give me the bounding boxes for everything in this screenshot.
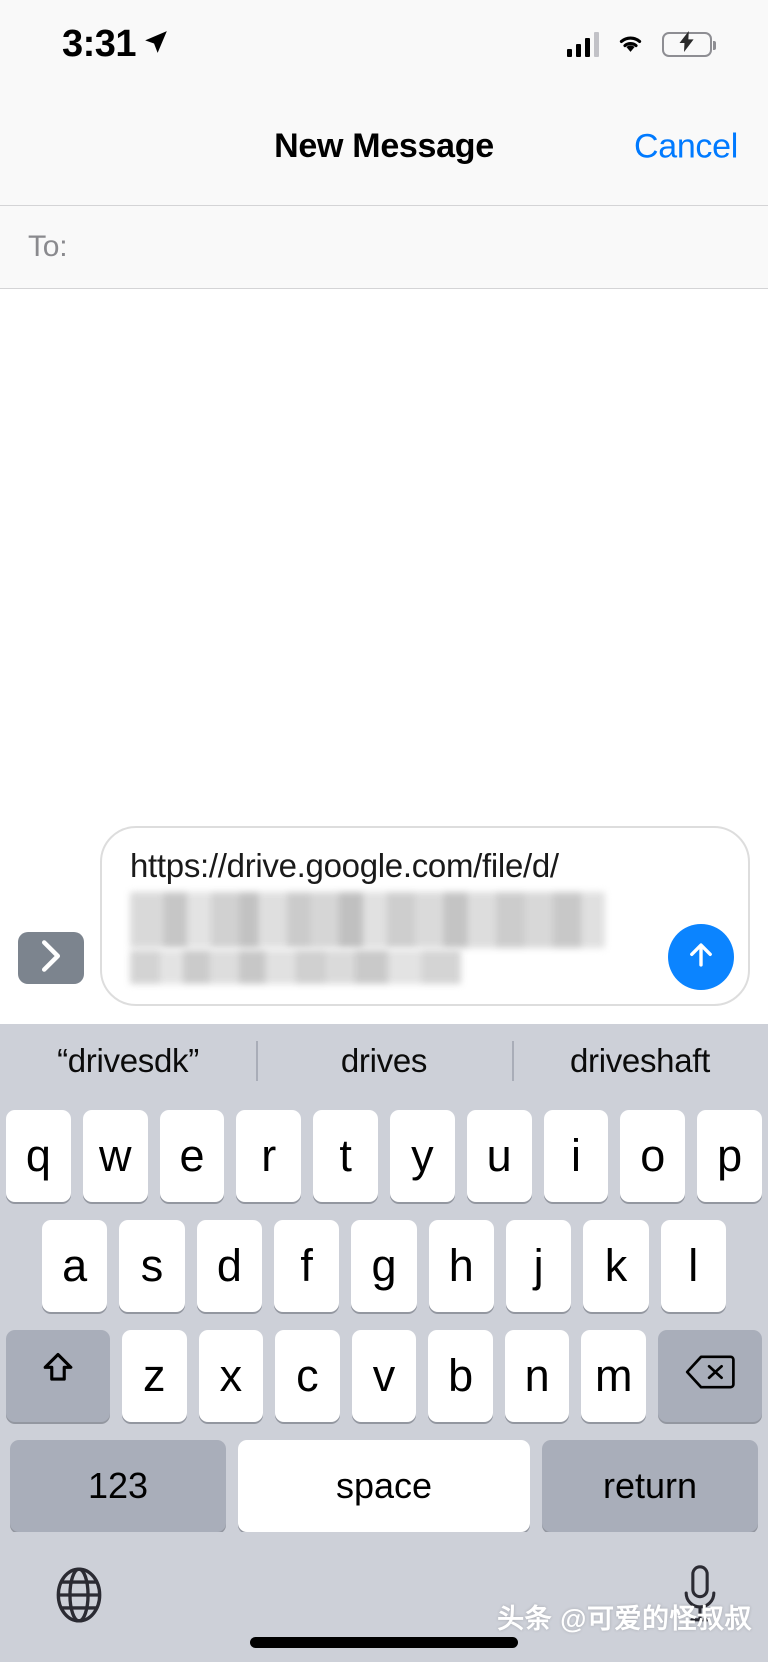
redacted-text-block (130, 892, 606, 948)
key-l[interactable]: l (660, 1220, 726, 1312)
key-x[interactable]: x (198, 1330, 264, 1422)
redacted-text-block-2 (130, 950, 462, 984)
home-indicator[interactable] (250, 1637, 518, 1648)
location-arrow-icon (143, 29, 169, 60)
key-q[interactable]: q (6, 1110, 71, 1202)
expand-apps-button[interactable] (18, 932, 84, 984)
keyboard-row-4: 123 space return (0, 1440, 768, 1532)
key-w[interactable]: w (82, 1110, 148, 1202)
backspace-delete-icon (685, 1350, 735, 1402)
battery-charging-icon (662, 31, 716, 57)
key-y[interactable]: y (390, 1110, 455, 1202)
navigation-bar: New Message Cancel (0, 88, 768, 206)
page-title: New Message (274, 127, 494, 165)
suggestion-item-3[interactable]: driveshaft (512, 1042, 768, 1080)
key-k[interactable]: k (583, 1220, 649, 1312)
suggestion-item-1[interactable]: “drivesdk” (0, 1042, 256, 1080)
key-s[interactable]: s (119, 1220, 185, 1312)
conversation-area (0, 289, 768, 812)
key-u[interactable]: u (466, 1110, 532, 1202)
keyboard-bottom-row: 头条 @可爱的怪叔叔 (0, 1532, 768, 1662)
key-e[interactable]: e (159, 1110, 225, 1202)
key-j[interactable]: j (505, 1220, 572, 1312)
key-i[interactable]: i (543, 1110, 609, 1202)
predictive-suggestions-bar: “drivesdk” drives driveshaft (0, 1024, 768, 1098)
keyboard-row-2: a s d f g h j k l (0, 1220, 768, 1312)
key-n[interactable]: n (504, 1330, 570, 1422)
send-button[interactable] (668, 924, 734, 990)
space-key[interactable]: space (238, 1440, 530, 1532)
suggestion-item-2[interactable]: drives (256, 1042, 512, 1080)
arrow-up-icon (684, 938, 718, 977)
key-t[interactable]: t (313, 1110, 378, 1202)
key-d[interactable]: d (196, 1220, 262, 1312)
keyboard-row-1: q w e r t y u i o p (0, 1098, 768, 1202)
watermark: 头条 @可爱的怪叔叔 (497, 1604, 752, 1634)
message-input-bar: https://drive.google.com/file/d/ (0, 811, 768, 1024)
keyboard-row-3: z x c v b n m (0, 1330, 768, 1422)
key-f[interactable]: f (274, 1220, 340, 1312)
shift-arrow-up-icon (36, 1349, 80, 1404)
key-c[interactable]: c (275, 1330, 340, 1422)
status-bar-left: 3:31 (62, 25, 169, 63)
key-h[interactable]: h (428, 1220, 494, 1312)
key-o[interactable]: o (620, 1110, 686, 1202)
key-z[interactable]: z (121, 1330, 187, 1422)
status-bar: 3:31 (0, 0, 768, 88)
key-r[interactable]: r (236, 1110, 302, 1202)
key-a[interactable]: a (42, 1220, 108, 1312)
key-b[interactable]: b (428, 1330, 493, 1422)
status-time: 3:31 (62, 23, 137, 65)
globe-language-icon[interactable] (48, 1564, 110, 1631)
phone-screen: 3:31 New Message Cancel To: https://driv… (0, 0, 768, 1662)
status-bar-right (566, 29, 716, 60)
cancel-button[interactable]: Cancel (634, 127, 738, 166)
recipient-label: To: (28, 230, 68, 263)
recipient-field[interactable]: To: (0, 206, 768, 289)
key-p[interactable]: p (697, 1110, 762, 1202)
wifi-icon (614, 29, 647, 60)
key-v[interactable]: v (351, 1330, 417, 1422)
key-m[interactable]: m (581, 1330, 647, 1422)
shift-key[interactable] (5, 1330, 110, 1422)
key-g[interactable]: g (351, 1220, 417, 1312)
keyboard: “drivesdk” drives driveshaft q w e r t y… (0, 1024, 768, 1662)
message-text-value: https://drive.google.com/file/d/ (130, 846, 559, 884)
return-key[interactable]: return (542, 1440, 758, 1532)
chevron-right-icon (40, 939, 62, 978)
backspace-key[interactable] (658, 1330, 763, 1422)
message-text-field[interactable]: https://drive.google.com/file/d/ (100, 825, 750, 1006)
numbers-key[interactable]: 123 (10, 1440, 226, 1532)
cellular-signal-icon (566, 31, 599, 57)
